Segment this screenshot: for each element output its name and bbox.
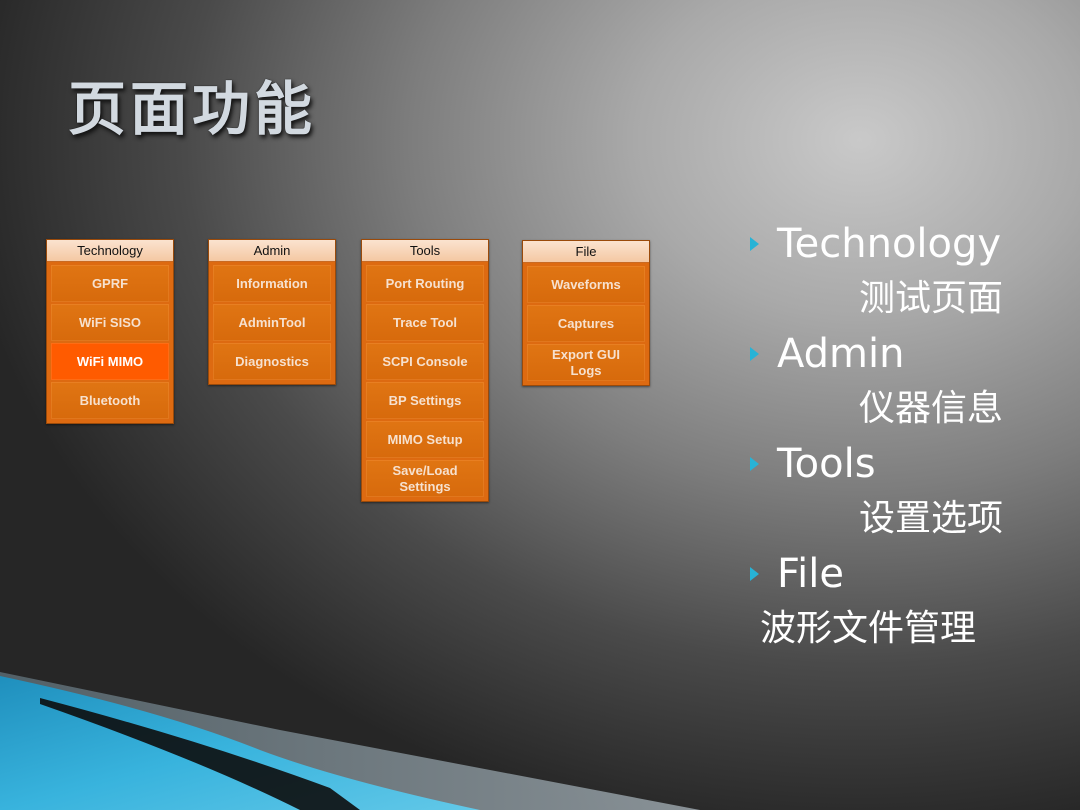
slide-title: 页面功能 (68, 75, 317, 143)
bullet-description: 设置选项 (858, 498, 1003, 539)
admin-menu: Admin Information AdminTool Diagnostics (208, 239, 336, 385)
menu-item-mimo-setup[interactable]: MIMO Setup (366, 421, 484, 458)
decorative-swoosh (0, 672, 700, 810)
triangle-bullet-icon (750, 347, 759, 361)
menu-item-trace-tool[interactable]: Trace Tool (366, 304, 484, 341)
bullet-description: 仪器信息 (858, 388, 1003, 429)
menu-item-wifi-siso[interactable]: WiFi SISO (51, 304, 169, 341)
menu-item-bluetooth[interactable]: Bluetooth (51, 382, 169, 419)
menu-item-admintool[interactable]: AdminTool (213, 304, 331, 341)
list-item: File 波形文件管理 (748, 546, 1048, 656)
menu-item-gprf[interactable]: GPRF (51, 265, 169, 302)
menu-item-bp-settings[interactable]: BP Settings (366, 382, 484, 419)
triangle-bullet-icon (750, 457, 759, 471)
triangle-bullet-icon (750, 237, 759, 251)
tools-menu-header[interactable]: Tools (362, 240, 488, 262)
admin-menu-header[interactable]: Admin (209, 240, 335, 262)
menu-item-port-routing[interactable]: Port Routing (366, 265, 484, 302)
menu-item-export-gui-logs[interactable]: Export GUI Logs (527, 344, 645, 381)
menu-item-wifi-mimo[interactable]: WiFi MIMO (51, 343, 169, 380)
bullet-term: Technology (777, 221, 1002, 267)
technology-menu-header[interactable]: Technology (47, 240, 173, 262)
bullet-term: Tools (777, 441, 876, 487)
technology-menu: Technology GPRF WiFi SISO WiFi MIMO Blue… (46, 239, 174, 424)
menu-item-captures[interactable]: Captures (527, 305, 645, 342)
menu-item-save-load-settings[interactable]: Save/Load Settings (366, 460, 484, 497)
bullet-description: 测试页面 (858, 278, 1003, 319)
feature-list: Technology 测试页面 Admin 仪器信息 Tools 设置选项 Fi… (748, 216, 1048, 656)
bullet-term: File (777, 551, 844, 597)
file-menu-header[interactable]: File (523, 241, 649, 263)
menu-item-diagnostics[interactable]: Diagnostics (213, 343, 331, 380)
triangle-bullet-icon (750, 567, 759, 581)
menu-item-scpi-console[interactable]: SCPI Console (366, 343, 484, 380)
file-menu: File Waveforms Captures Export GUI Logs (522, 240, 650, 386)
list-item: Tools 设置选项 (748, 436, 1048, 546)
tools-menu: Tools Port Routing Trace Tool SCPI Conso… (361, 239, 489, 502)
list-item: Technology 测试页面 (748, 216, 1048, 326)
bullet-description: 波形文件管理 (760, 608, 977, 649)
bullet-term: Admin (777, 331, 905, 377)
menu-item-waveforms[interactable]: Waveforms (527, 266, 645, 303)
list-item: Admin 仪器信息 (748, 326, 1048, 436)
menu-item-information[interactable]: Information (213, 265, 331, 302)
